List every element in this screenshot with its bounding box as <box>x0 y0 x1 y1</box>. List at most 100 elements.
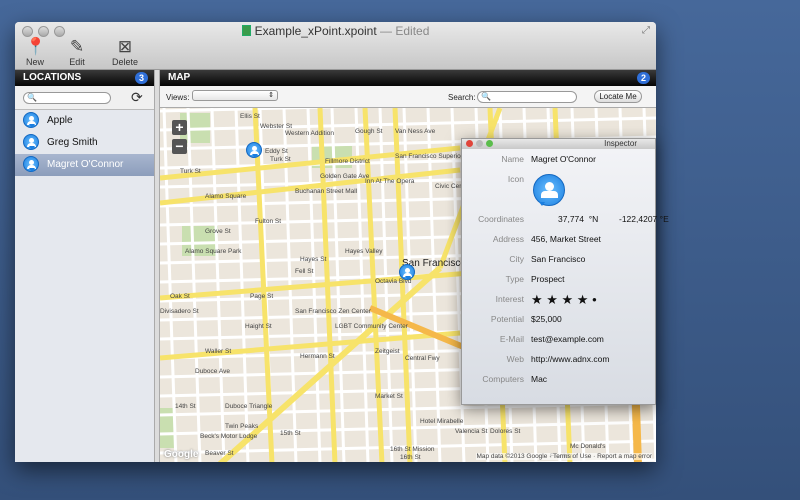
map-label: Inn At The Opera <box>365 178 415 185</box>
longitude-unit: °E <box>659 214 669 224</box>
map-label: Twin Peaks <box>225 423 259 430</box>
map-label: Golden Gate Ave <box>320 173 370 180</box>
potential-value[interactable]: $25,000 <box>531 314 562 324</box>
map-label: Duboce Ave <box>195 368 230 375</box>
new-label: New <box>25 57 44 67</box>
locations-search-input[interactable]: 🔍 <box>23 92 111 104</box>
edit-button[interactable]: ✎ Edit <box>57 38 97 68</box>
window-title: Example_xPoint.xpoint — Edited <box>15 24 656 38</box>
latitude-value: 37,774 <box>558 214 584 224</box>
map-label: Hayes Valley <box>345 248 383 255</box>
map-label: Zeitgeist <box>375 348 400 355</box>
map-label: Van Ness Ave <box>395 128 436 135</box>
map-label: Duboce Triangle <box>225 403 273 410</box>
map-label: Alamo Square <box>205 193 247 200</box>
latitude[interactable]: 37,774 °N <box>558 214 598 224</box>
inspector-zoom-button[interactable] <box>486 140 493 147</box>
city-value[interactable]: San Francisco <box>531 254 585 264</box>
map-pin-greg-smith[interactable] <box>246 142 262 158</box>
location-item[interactable]: Greg Smith <box>15 132 154 154</box>
map-header: MAP 2 <box>160 70 656 86</box>
inspector-close-button[interactable] <box>466 140 473 147</box>
map-label: Divisadero St <box>160 308 199 315</box>
map-label: Mc Donald's <box>570 443 606 450</box>
map-label: Grove St <box>205 228 231 235</box>
map-label: Turk St <box>180 168 201 175</box>
map-label: Beck's Motor Lodge <box>200 433 258 440</box>
map-label: 16th St Mission <box>390 446 435 453</box>
map-label: Oak St <box>170 293 190 300</box>
map-label: Alamo Square Park <box>185 248 242 255</box>
map-label: Waller St <box>205 348 232 355</box>
person-pin-icon <box>23 134 39 150</box>
email-label: E-Mail <box>499 334 524 344</box>
inspector-title: Inspector <box>604 139 637 148</box>
title-bar: Example_xPoint.xpoint — Edited ⤢ 📍 New ✎ E… <box>15 22 656 70</box>
inspector-panel: Inspector Name Magret O'Connor Icon Coord… <box>461 138 669 405</box>
map-count-badge: 2 <box>637 72 650 84</box>
new-button[interactable]: 📍 New <box>15 38 55 68</box>
edit-label: Edit <box>69 57 85 67</box>
map-pin-magret-oconnor[interactable] <box>399 264 415 280</box>
computers-label: Computers <box>482 374 524 384</box>
map-label: Central Fwy <box>405 355 440 362</box>
locate-me-button[interactable]: Locate Me <box>594 90 642 103</box>
address-label: Address <box>492 234 524 244</box>
map-label: 15th St <box>280 430 301 437</box>
map-credit[interactable]: Map data ©2013 Google · Terms of Use · R… <box>476 453 652 460</box>
delete-button[interactable]: ⊠ Delete <box>105 38 145 68</box>
map-label: Ellis St <box>240 113 260 120</box>
title-text: Example_xPoint.xpoint <box>254 24 377 38</box>
coordinates-label: Coordinates <box>478 214 524 224</box>
minor-street <box>210 108 226 462</box>
map-search-input[interactable]: 🔍 <box>477 91 577 103</box>
map-label: Western Addition <box>285 130 335 137</box>
address-value[interactable]: 456, Market Street <box>531 234 601 244</box>
map-label: Hermann St <box>300 353 335 360</box>
web-value[interactable]: http://www.adnx.com <box>531 354 609 364</box>
person-pin-icon[interactable] <box>533 174 565 206</box>
zoom-in-button[interactable]: + <box>172 120 187 135</box>
interest-rating-stars[interactable]: ★ ★ ★ ★ • <box>531 292 597 308</box>
map-label: Haight St <box>245 323 272 330</box>
map-label: Turk St <box>270 156 291 163</box>
location-item[interactable]: Apple <box>15 110 154 132</box>
inspector-minimize-button[interactable] <box>476 140 483 147</box>
location-item[interactable]: Magret O'Connor <box>15 154 154 176</box>
views-select[interactable]: ⇕ <box>192 90 278 101</box>
zoom-out-button[interactable]: − <box>172 139 187 154</box>
locations-list: Apple Greg Smith Magret O'Connor <box>15 110 154 176</box>
inspector-title-bar: Inspector <box>462 139 655 149</box>
type-label: Type <box>505 274 524 284</box>
document-icon <box>241 25 251 36</box>
fullscreen-icon[interactable]: ⤢ <box>642 25 650 36</box>
location-name: Apple <box>47 115 73 126</box>
map-search-label: Search: <box>448 93 476 102</box>
email-value[interactable]: test@example.com <box>531 334 604 344</box>
refresh-icon[interactable]: ⟳ <box>131 89 143 106</box>
locations-search-bar: 🔍 ⟳ <box>15 86 154 110</box>
computers-value[interactable]: Mac <box>531 374 547 384</box>
map-label: 14th St <box>175 403 196 410</box>
latitude-unit: °N <box>588 214 599 224</box>
map-label: Fulton St <box>255 218 282 225</box>
delete-label: Delete <box>111 57 138 67</box>
map-label: Eddy St <box>265 148 288 155</box>
map-label: Valencia St <box>455 428 488 435</box>
location-name: Magret O'Connor <box>47 159 124 170</box>
person-pin-icon <box>23 112 39 128</box>
name-label: Name <box>501 154 524 164</box>
longitude-value: -122,4207 <box>619 214 658 224</box>
locations-panel: 🔍 ⟳ Apple Greg Smith Magret O'Connor <box>15 86 154 462</box>
map-label: Buchanan Street Mall <box>295 188 358 195</box>
icon-label: Icon <box>507 174 524 184</box>
map-label: 16th St <box>400 454 421 461</box>
interest-label: Interest <box>495 294 524 304</box>
longitude[interactable]: -122,4207 °E <box>619 214 669 224</box>
web-label: Web <box>506 354 524 364</box>
type-value[interactable]: Prospect <box>531 274 565 284</box>
name-value[interactable]: Magret O'Connor <box>531 154 596 164</box>
map-label: Beaver St <box>205 450 234 457</box>
city-label: City <box>509 254 524 264</box>
map-label: Dolores St <box>490 428 521 435</box>
